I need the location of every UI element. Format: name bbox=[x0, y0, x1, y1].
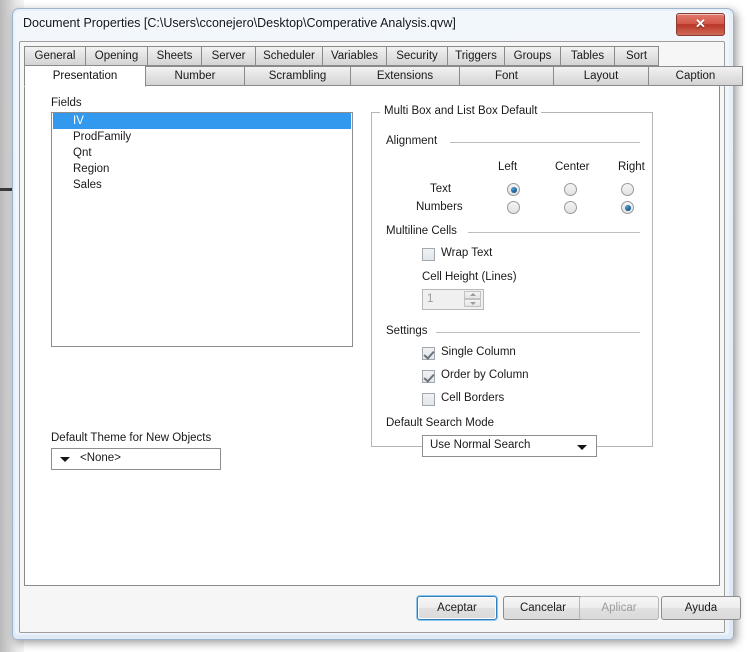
tab-caption[interactable]: Caption bbox=[648, 66, 743, 86]
list-item[interactable]: Qnt bbox=[52, 145, 352, 161]
close-button[interactable]: ✕ bbox=[676, 13, 725, 36]
apply-button[interactable]: Aplicar bbox=[579, 596, 659, 620]
multiline-cells-section: Multiline Cells Wrap Text Cell Height (L… bbox=[386, 225, 640, 315]
order-by-column-checkbox[interactable] bbox=[422, 370, 435, 383]
alignment-text-right-radio[interactable] bbox=[621, 183, 634, 196]
multibox-group-title: Multi Box and List Box Default bbox=[380, 105, 542, 117]
alignment-numbers-center-radio[interactable] bbox=[564, 201, 577, 214]
document-properties-dialog: Document Properties [C:\Users\cconejero\… bbox=[12, 8, 743, 640]
tab-number[interactable]: Number bbox=[145, 66, 245, 86]
tab-presentation[interactable]: Presentation bbox=[24, 65, 146, 87]
default-theme-value: <None> bbox=[80, 452, 121, 464]
alignment-text-center-radio[interactable] bbox=[564, 183, 577, 196]
chevron-down-icon bbox=[577, 445, 587, 450]
alignment-col-left: Left bbox=[498, 161, 518, 173]
list-item[interactable]: Sales bbox=[52, 177, 352, 193]
tab-sort[interactable]: Sort bbox=[614, 46, 659, 66]
alignment-numbers-right-radio[interactable] bbox=[621, 201, 634, 214]
tab-layout[interactable]: Layout bbox=[553, 66, 649, 86]
tab-triggers[interactable]: Triggers bbox=[447, 46, 505, 66]
fields-listbox[interactable]: IV ProdFamily Qnt Region Sales bbox=[51, 112, 353, 347]
cell-height-label: Cell Height (Lines) bbox=[422, 271, 517, 283]
ok-button[interactable]: Aceptar bbox=[417, 596, 497, 620]
tab-strip: General Opening Sheets Server Scheduler Varia… bbox=[24, 46, 743, 87]
dialog-client-area: General Opening Sheets Server Scheduler Varia… bbox=[19, 41, 743, 633]
spinner-down-icon[interactable] bbox=[464, 299, 481, 307]
order-by-column-label: Order by Column bbox=[441, 369, 529, 381]
tab-row-1: General Opening Sheets Server Scheduler Varia… bbox=[24, 46, 720, 66]
cancel-button[interactable]: Cancelar bbox=[503, 596, 583, 620]
multiline-cells-title: Multiline Cells bbox=[386, 225, 457, 237]
wrap-text-checkbox[interactable] bbox=[422, 248, 435, 261]
tab-variables[interactable]: Variables bbox=[322, 46, 387, 66]
list-item[interactable]: ProdFamily bbox=[52, 129, 352, 145]
wrap-text-label: Wrap Text bbox=[441, 247, 493, 259]
chevron-down-icon bbox=[60, 457, 70, 462]
cell-height-value: 1 bbox=[427, 293, 434, 305]
cell-height-spinner[interactable]: 1 bbox=[422, 289, 484, 310]
tab-sheets[interactable]: Sheets bbox=[147, 46, 202, 66]
default-search-mode-combobox[interactable]: Use Normal Search bbox=[422, 435, 597, 457]
alignment-row-numbers-label: Numbers bbox=[416, 201, 463, 213]
cell-borders-label: Cell Borders bbox=[441, 392, 505, 404]
cell-height-spin-buttons bbox=[464, 291, 481, 308]
cell-borders-checkbox[interactable] bbox=[422, 393, 435, 406]
multiline-cells-rule bbox=[468, 232, 640, 233]
single-column-checkbox[interactable] bbox=[422, 347, 435, 360]
tab-scheduler[interactable]: Scheduler bbox=[255, 46, 323, 66]
alignment-col-right: Right bbox=[618, 161, 645, 173]
tab-row-2: Presentation Number Scrambling Extensions Fo… bbox=[24, 65, 743, 87]
list-item[interactable]: Region bbox=[52, 161, 352, 177]
close-icon: ✕ bbox=[695, 16, 706, 31]
fields-label: Fields bbox=[51, 97, 82, 109]
alignment-section: Alignment Left Center Right Text Numbers bbox=[386, 135, 645, 214]
settings-title: Settings bbox=[386, 325, 428, 337]
settings-rule bbox=[436, 332, 640, 333]
tab-scrambling[interactable]: Scrambling bbox=[244, 66, 351, 86]
list-item[interactable]: IV bbox=[53, 113, 351, 129]
spinner-up-icon[interactable] bbox=[464, 291, 481, 299]
tab-font[interactable]: Font bbox=[459, 66, 554, 86]
help-button[interactable]: Ayuda bbox=[661, 596, 741, 620]
tab-opening[interactable]: Opening bbox=[85, 46, 148, 66]
multibox-listbox-default-group: Multi Box and List Box Default Alignment… bbox=[371, 105, 653, 457]
tab-general[interactable]: General bbox=[24, 46, 86, 66]
alignment-text-left-radio[interactable] bbox=[507, 183, 520, 196]
tab-groups[interactable]: Groups bbox=[504, 46, 561, 66]
presentation-page: Fields IV ProdFamily Qnt Region Sales Defaul… bbox=[24, 86, 720, 586]
tab-security[interactable]: Security bbox=[386, 46, 448, 66]
alignment-col-center: Center bbox=[555, 161, 590, 173]
default-search-mode-value: Use Normal Search bbox=[430, 439, 531, 451]
alignment-title: Alignment bbox=[386, 135, 438, 147]
single-column-label: Single Column bbox=[441, 346, 516, 358]
default-search-mode-label: Default Search Mode bbox=[386, 417, 495, 429]
title-bar: Document Properties [C:\Users\cconejero\… bbox=[13, 9, 731, 41]
default-theme-combobox[interactable]: <None> bbox=[51, 448, 221, 470]
default-theme-label: Default Theme for New Objects bbox=[51, 432, 212, 444]
tab-extensions[interactable]: Extensions bbox=[350, 66, 460, 86]
dialog-footer: Aceptar Cancelar Aplicar Ayuda bbox=[20, 588, 741, 632]
tab-server[interactable]: Server bbox=[201, 46, 256, 66]
tab-tables[interactable]: Tables bbox=[560, 46, 615, 66]
settings-section: Settings Single Column Order by Column C… bbox=[386, 325, 640, 457]
window-title: Document Properties [C:\Users\cconejero\… bbox=[23, 16, 456, 30]
alignment-numbers-left-radio[interactable] bbox=[507, 201, 520, 214]
alignment-row-text-label: Text bbox=[430, 183, 452, 195]
alignment-rule bbox=[450, 142, 640, 143]
desktop-backdrop-right bbox=[738, 0, 750, 652]
